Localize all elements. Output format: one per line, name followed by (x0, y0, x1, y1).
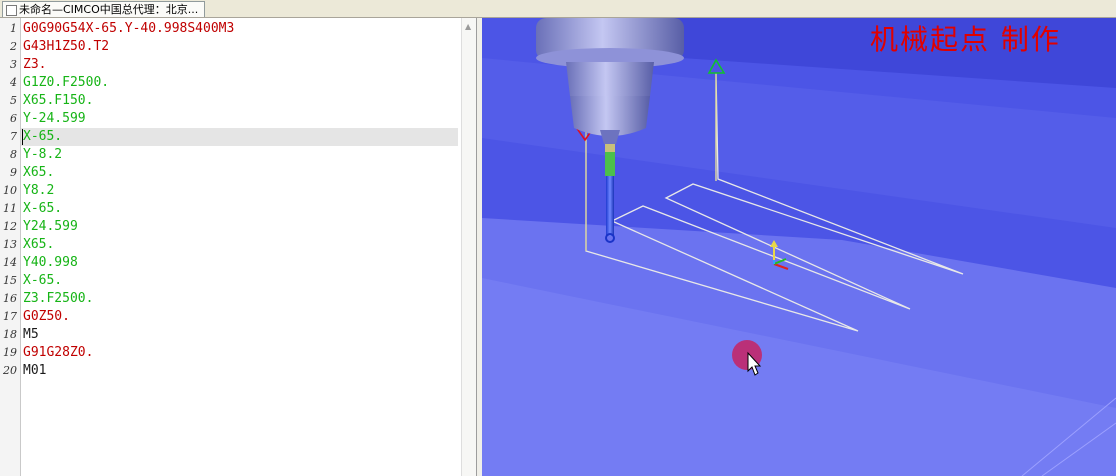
code-line[interactable]: Y-24.599 (23, 110, 86, 128)
code-line[interactable]: Y40.998 (23, 254, 78, 272)
line-number: 3 (10, 58, 17, 71)
tab-bar: 未命名—CIMCO中国总代理：北京... (0, 0, 1116, 18)
line-number: 1 (10, 22, 17, 35)
scroll-up-arrow-icon[interactable]: ▲ (465, 22, 471, 31)
code-line[interactable]: G1Z0.F2500. (23, 74, 109, 92)
vertical-scrollbar[interactable]: ▲ (461, 18, 476, 476)
3d-simulation-viewport[interactable]: 机械起点 制作 (482, 18, 1116, 476)
line-number: 13 (3, 238, 17, 251)
code-line[interactable]: M01 (23, 362, 46, 380)
line-number: 15 (3, 274, 17, 287)
watermark-text: 机械起点 制作 (870, 23, 1061, 56)
line-number: 9 (10, 166, 17, 179)
line-number: 2 (10, 40, 17, 53)
code-line[interactable]: X-65. (23, 200, 62, 218)
code-line[interactable]: Z3. (23, 56, 46, 74)
code-line[interactable]: Y24.599 (23, 218, 78, 236)
line-number: 18 (3, 328, 17, 341)
line-number: 5 (10, 94, 17, 107)
line-number: 16 (3, 292, 17, 305)
line-number: 8 (10, 148, 17, 161)
line-number: 11 (3, 202, 17, 215)
line-number: 10 (3, 184, 17, 197)
code-line[interactable]: X65. (23, 164, 54, 182)
code-line[interactable]: Y8.2 (23, 182, 54, 200)
nc-code-editor[interactable]: 1 2 3 4 5 6 7 8 9 10 11 12 13 14 15 16 17 18 19 20 G0G90G54… (0, 18, 477, 476)
code-line[interactable]: Z3.F2500. (23, 290, 93, 308)
current-line-highlight (21, 128, 458, 146)
document-icon (6, 5, 17, 16)
code-line[interactable]: X65. (23, 236, 54, 254)
code-line[interactable]: G91G28Z0. (23, 344, 93, 362)
code-line[interactable]: X65.F150. (23, 92, 93, 110)
line-number: 14 (3, 256, 17, 269)
file-tab[interactable]: 未命名—CIMCO中国总代理：北京... (2, 1, 206, 17)
line-number: 7 (10, 130, 17, 143)
cutting-tool (605, 144, 615, 243)
simulation-scene (482, 18, 1116, 476)
line-number: 4 (10, 76, 17, 89)
code-line[interactable]: G43H1Z50.T2 (23, 38, 109, 56)
code-line[interactable]: Y-8.2 (23, 146, 62, 164)
file-tab-title: 未命名—CIMCO中国总代理：北京... (19, 3, 199, 16)
code-line[interactable]: X-65. (23, 128, 62, 146)
line-number-gutter: 1 2 3 4 5 6 7 8 9 10 11 12 13 14 15 16 17 18 19 20 (0, 18, 21, 476)
line-number: 6 (10, 112, 17, 125)
code-line[interactable]: G0G90G54X-65.Y-40.998S400M3 (23, 20, 234, 38)
code-line[interactable]: X-65. (23, 272, 62, 290)
code-line[interactable]: M5 (23, 326, 39, 344)
line-number: 17 (3, 310, 17, 323)
line-number: 19 (3, 346, 17, 359)
line-number: 20 (3, 364, 17, 377)
line-number: 12 (3, 220, 17, 233)
code-line[interactable]: G0Z50. (23, 308, 70, 326)
text-caret (22, 129, 23, 145)
